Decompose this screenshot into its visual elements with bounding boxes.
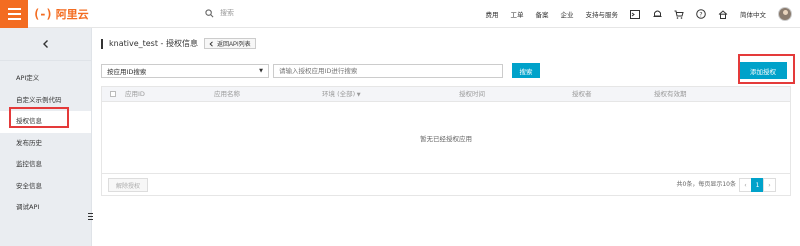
- filter-bar: 按应用ID搜索 ▼ 搜索: [101, 63, 540, 78]
- top-nav-links: 费用 工单 备案 企业 支持与服务 ? 简体中文: [486, 0, 792, 28]
- sidebar-item-security[interactable]: 安全信息: [0, 176, 91, 198]
- highlight-box-add-button: [738, 54, 795, 84]
- empty-state-text: 暂无已经授权应用: [420, 135, 472, 143]
- next-page-button[interactable]: ›: [763, 178, 776, 192]
- nav-support[interactable]: 支持与服务: [586, 9, 619, 19]
- column-header-app-name: 应用名称: [214, 90, 240, 98]
- environment-filter-label: 环境 (全部): [322, 90, 356, 98]
- nav-enterprise[interactable]: 企业: [561, 9, 574, 19]
- column-header-environment[interactable]: 环境 (全部) ▼: [322, 87, 361, 103]
- logo-mark: (-): [33, 7, 53, 21]
- logo-text: 阿里云: [55, 8, 89, 21]
- nav-filing[interactable]: 备案: [536, 9, 549, 19]
- sidebar-item-debug-api[interactable]: 调试API: [0, 197, 91, 219]
- main-content: knative_test - 授权信息 返回API列表 添加授权 按应用ID搜索…: [93, 28, 800, 246]
- terminal-icon[interactable]: [630, 9, 640, 19]
- page-header: knative_test - 授权信息 返回API列表: [101, 38, 256, 49]
- pagination: ‹ 1 ›: [739, 178, 776, 192]
- search-type-select[interactable]: 按应用ID搜索 ▼: [101, 63, 269, 78]
- table-footer: 解除授权 共0条，每页显示10条 ‹ 1 ›: [101, 174, 791, 196]
- menu-icon[interactable]: [0, 0, 28, 28]
- global-search[interactable]: 搜索: [205, 8, 234, 18]
- back-to-api-list-button[interactable]: 返回API列表: [203, 38, 256, 49]
- search-button[interactable]: 搜索: [512, 63, 540, 78]
- search-placeholder: 搜索: [220, 9, 234, 17]
- sidebar-item-api-definition[interactable]: API定义: [0, 68, 91, 90]
- column-header-auth-time: 授权时间: [459, 90, 485, 98]
- home-icon[interactable]: [718, 9, 728, 19]
- authorization-table: 应用ID 应用名称 环境 (全部) ▼ 授权时间 授权者 授权有效期 暂无已经授…: [101, 86, 791, 174]
- page-title: knative_test - 授权信息: [109, 39, 198, 48]
- top-navbar: (-) 阿里云 搜索 费用 工单 备案 企业 支持与服务 ? 简体中文: [0, 0, 800, 28]
- aliyun-logo[interactable]: (-) 阿里云: [33, 7, 89, 21]
- column-header-validity: 授权有效期: [654, 90, 687, 98]
- nav-fees[interactable]: 费用: [486, 9, 499, 19]
- language-switch[interactable]: 简体中文: [740, 9, 766, 19]
- highlight-box-sidebar: [9, 107, 69, 128]
- column-header-authorizer: 授权者: [572, 90, 592, 98]
- cart-icon[interactable]: [674, 9, 684, 19]
- title-accent-bar: [101, 38, 103, 49]
- app-id-search-input[interactable]: [273, 63, 503, 78]
- caret-down-icon: ▼: [259, 67, 263, 74]
- sidebar: API定义 自定义示例代码 授权信息 发布历史 监控信息 安全信息 调试API: [0, 28, 93, 246]
- caret-down-icon: ▼: [355, 92, 361, 98]
- avatar[interactable]: [778, 7, 792, 21]
- pagination-info: 共0条，每页显示10条: [676, 181, 736, 188]
- select-all-checkbox[interactable]: [110, 91, 116, 97]
- chevron-left-icon: [42, 40, 48, 48]
- back-arrow-icon: [209, 40, 213, 47]
- help-icon[interactable]: ?: [696, 9, 706, 19]
- back-button[interactable]: [0, 28, 91, 61]
- sidebar-item-release-history[interactable]: 发布历史: [0, 133, 91, 155]
- back-button-label: 返回API列表: [216, 42, 251, 48]
- svg-text:?: ?: [699, 11, 702, 18]
- nav-tickets[interactable]: 工单: [511, 9, 524, 19]
- table-header: 应用ID 应用名称 环境 (全部) ▼ 授权时间 授权者 授权有效期: [102, 87, 790, 102]
- column-header-app-id: 应用ID: [125, 90, 145, 98]
- search-icon: [205, 8, 214, 17]
- sidebar-item-monitoring[interactable]: 监控信息: [0, 154, 91, 176]
- select-value: 按应用ID搜索: [107, 67, 147, 76]
- revoke-authorization-button[interactable]: 解除授权: [108, 178, 148, 192]
- sidebar-menu: API定义 自定义示例代码 授权信息 发布历史 监控信息 安全信息 调试API: [0, 68, 91, 219]
- bell-icon[interactable]: [652, 9, 662, 19]
